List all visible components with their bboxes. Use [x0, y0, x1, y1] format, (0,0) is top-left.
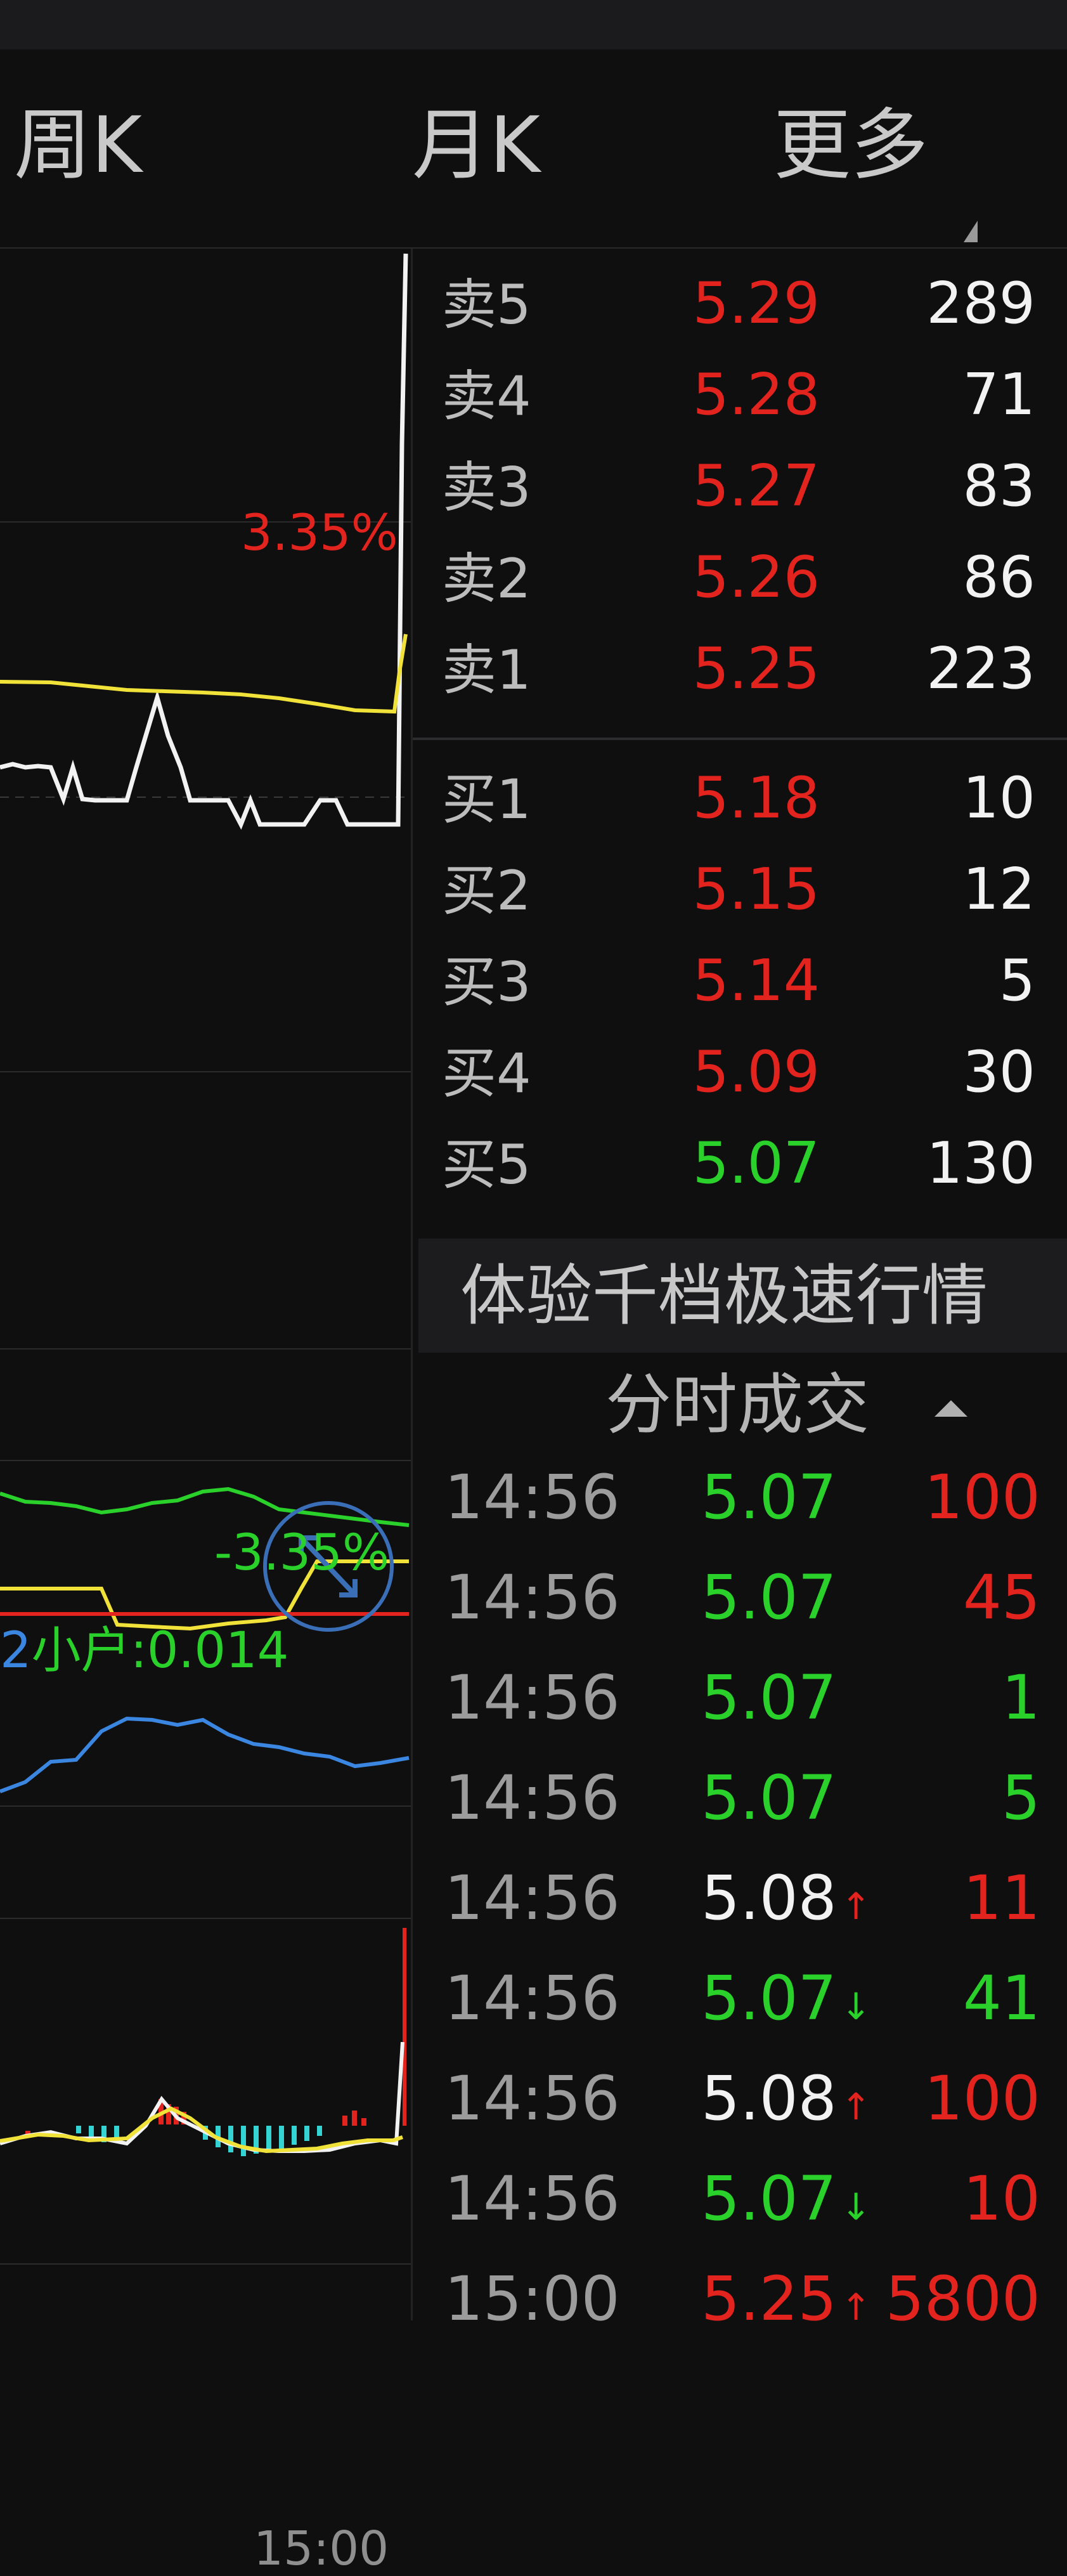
intraday-chart-area[interactable]: 3.35% -3.35% 2小户:0.014 15:00: [0, 249, 411, 2572]
arrow-up-icon: ↑: [840, 2085, 872, 2128]
tick-volume: 100: [924, 2063, 1040, 2134]
ask-row-5[interactable]: 卖5 5.29 289: [413, 261, 1067, 353]
period-tabs: 周K 月K 更多: [0, 49, 1067, 249]
ask-label: 卖5: [442, 273, 531, 337]
bid-volume: 12: [962, 856, 1035, 923]
bid-label: 买5: [442, 1133, 531, 1197]
ask-bid-divider: [413, 738, 1067, 740]
ask-price: 5.28: [692, 361, 820, 428]
bid-row-5[interactable]: 买5 5.07 130: [413, 1121, 1067, 1213]
tick-time: 14:56: [444, 1963, 620, 2034]
tab-more[interactable]: 更多: [773, 107, 928, 184]
tick-volume: 41: [962, 1963, 1040, 2034]
ask-row-2[interactable]: 卖2 5.26 86: [413, 535, 1067, 627]
bid-price: 5.14: [692, 947, 820, 1014]
tick-time: 14:56: [444, 1662, 620, 1733]
tick-price: 5.07 ↓: [701, 2163, 872, 2234]
tick-price: 5.07 ↓: [701, 1963, 872, 2034]
ask-volume: 223: [926, 635, 1035, 702]
caret-up-icon[interactable]: [934, 1400, 967, 1417]
tick-time: 14:56: [444, 2063, 620, 2134]
tick-time: 14:56: [444, 1863, 620, 1934]
ask-price: 5.26: [692, 544, 820, 611]
retail-flow-text: 小户:0.014: [31, 1622, 289, 1679]
tick-row: 14:56 5.07 ↓ 41: [413, 1950, 1067, 2050]
level2-promo-button[interactable]: 体验千档极速行情: [418, 1239, 1067, 1353]
time-axis-end-label: 15:00: [254, 2521, 389, 2576]
tick-volume: 100: [924, 1462, 1040, 1533]
tick-price: 5.07: [701, 1462, 837, 1533]
tick-volume: 45: [962, 1562, 1040, 1633]
arrow-down-icon: ↓: [840, 1985, 872, 2028]
tick-price: 5.07: [701, 1762, 837, 1833]
arrow-down-icon: ↓: [840, 2185, 872, 2228]
top-status-strip: [0, 0, 1067, 49]
macd-histogram: [25, 1928, 406, 2156]
retail-flow-index: 2: [0, 1622, 32, 1679]
ask-volume: 289: [926, 270, 1035, 337]
bid-row-2[interactable]: 买2 5.15 12: [413, 847, 1067, 939]
ask-row-3[interactable]: 卖3 5.27 83: [413, 444, 1067, 535]
bid-volume: 30: [962, 1039, 1035, 1105]
bid-row-3[interactable]: 买3 5.14 5: [413, 939, 1067, 1030]
ask-label: 卖2: [442, 547, 531, 611]
bid-price: 5.15: [692, 856, 820, 923]
high-percent-label: 3.35%: [241, 505, 398, 562]
tab-monthly-k[interactable]: 月K: [412, 107, 540, 184]
low-percent-label: -3.35%: [214, 1525, 389, 1582]
ask-row-1[interactable]: 卖1 5.25 223: [413, 627, 1067, 718]
bid-row-4[interactable]: 买4 5.09 30: [413, 1030, 1067, 1121]
bid-label: 买3: [442, 951, 531, 1014]
tick-row: 14:56 5.07 100: [413, 1449, 1067, 1549]
arrow-up-icon: ↑: [840, 2286, 872, 2329]
bid-volume: 130: [926, 1130, 1035, 1197]
ask-label: 卖1: [442, 639, 531, 702]
tick-time: 14:56: [444, 1762, 620, 1833]
tick-row: 14:56 5.07 45: [413, 1549, 1067, 1649]
ask-volume: 83: [962, 453, 1035, 519]
ask-price: 5.27: [692, 453, 820, 519]
tick-row: 15:00 5.25 ↑ 5800: [413, 2251, 1067, 2351]
bid-volume: 5: [999, 947, 1035, 1014]
ask-label: 卖4: [442, 365, 531, 428]
bid-label: 买2: [442, 859, 531, 923]
bid-price: 5.18: [692, 765, 820, 831]
tick-trades-header[interactable]: 分时成交: [605, 1372, 869, 1438]
tick-row: 14:56 5.07 1: [413, 1649, 1067, 1750]
tick-row: 14:56 5.07 5: [413, 1750, 1067, 1850]
ask-label: 卖3: [442, 456, 531, 519]
promo-label: 体验千档极速行情: [460, 1257, 988, 1334]
tick-price: 5.08 ↑: [701, 1863, 872, 1934]
tick-volume: 10: [962, 2163, 1040, 2234]
bid-label: 买1: [442, 768, 531, 831]
bid-volume: 10: [962, 765, 1035, 831]
tick-price: 5.08 ↑: [701, 2063, 872, 2134]
ask-volume: 86: [962, 544, 1035, 611]
arrow-up-icon: ↑: [840, 1885, 872, 1928]
ask-row-4[interactable]: 卖4 5.28 71: [413, 353, 1067, 444]
bid-row-1[interactable]: 买1 5.18 10: [413, 756, 1067, 847]
tick-time: 14:56: [444, 1462, 620, 1533]
retail-flow-label: 2小户:0.014: [0, 1626, 288, 1675]
chevron-down-icon: [964, 221, 978, 242]
tick-time: 14:56: [444, 1562, 620, 1633]
tick-volume: 1: [1001, 1662, 1040, 1733]
tick-volume: 5: [1001, 1762, 1040, 1833]
bid-label: 买4: [442, 1042, 531, 1105]
bid-price: 5.09: [692, 1039, 820, 1105]
tick-volume: 11: [962, 1863, 1040, 1934]
ask-volume: 71: [962, 361, 1035, 428]
tick-price: 5.07: [701, 1562, 837, 1633]
tick-row: 14:56 5.08 ↑ 100: [413, 2050, 1067, 2150]
average-line: [0, 634, 408, 714]
flow-blue-line: [0, 1716, 410, 1793]
ask-price: 5.25: [692, 635, 820, 702]
ask-price: 5.29: [692, 270, 820, 337]
tab-weekly-k[interactable]: 周K: [14, 107, 142, 184]
tick-row: 14:56 5.08 ↑ 11: [413, 1850, 1067, 1950]
tick-time: 14:56: [444, 2163, 620, 2234]
tick-price: 5.07: [701, 1662, 837, 1733]
tick-row: 14:56 5.07 ↓ 10: [413, 2150, 1067, 2251]
bid-price: 5.07: [692, 1130, 820, 1197]
